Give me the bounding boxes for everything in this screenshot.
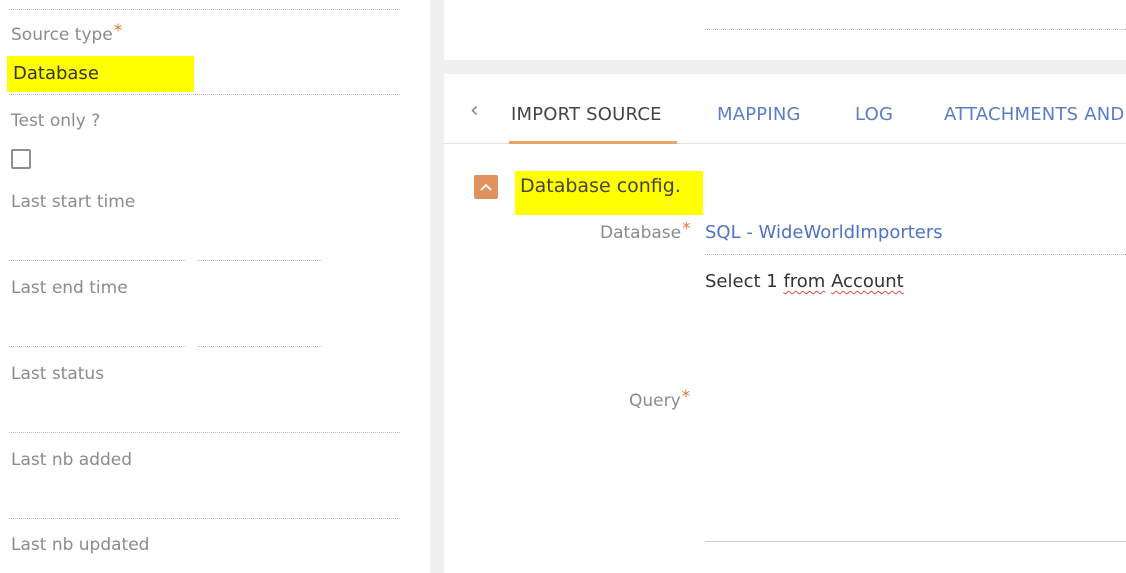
database-label-text: Database <box>600 223 682 243</box>
tab-log[interactable]: LOG <box>855 104 893 125</box>
query-text-misspelled: from <box>783 271 826 292</box>
last-start-time-label: Last start time <box>11 192 136 212</box>
section-collapse-button[interactable] <box>474 175 498 199</box>
main-card <box>444 74 1126 573</box>
query-text-misspelled: Account <box>831 271 904 292</box>
database-field-underline <box>705 254 1126 255</box>
last-end-hour-field[interactable] <box>197 346 322 347</box>
query-text-part: Select 1 <box>705 271 784 292</box>
section-title: Database config. <box>515 171 703 215</box>
test-only-checkbox[interactable] <box>11 149 31 169</box>
top-card-field[interactable] <box>705 29 1126 30</box>
last-nb-updated-label: Last nb updated <box>11 535 150 555</box>
database-lookup-link[interactable]: SQL - WideWorldImporters <box>705 222 943 243</box>
query-label: Query* <box>629 387 690 411</box>
source-type-label: Source type* <box>11 21 122 45</box>
panel-gutter <box>430 0 444 573</box>
last-status-field[interactable] <box>9 432 400 433</box>
last-end-time-label: Last end time <box>11 278 128 298</box>
required-mark: * <box>682 219 691 239</box>
chevron-up-icon <box>480 183 492 191</box>
last-end-date-field[interactable] <box>9 346 186 347</box>
tab-import-source[interactable]: IMPORT SOURCE <box>511 104 662 125</box>
tabs-back-icon[interactable]: ‹ <box>470 100 479 122</box>
query-label-text: Query <box>629 391 681 411</box>
database-label: Database* <box>600 219 691 243</box>
tab-mapping[interactable]: MAPPING <box>717 104 801 125</box>
top-card <box>444 0 1126 60</box>
required-mark: * <box>681 387 691 407</box>
query-field-underline <box>705 541 1126 542</box>
tab-bar: ‹ IMPORT SOURCE MAPPING LOG ATTACHMENTS … <box>444 74 1126 144</box>
last-status-label: Last status <box>11 364 105 384</box>
source-type-value[interactable]: Database <box>7 56 194 92</box>
active-tab-indicator <box>509 141 677 144</box>
required-mark: * <box>113 21 123 41</box>
test-only-label: Test only ? <box>11 111 101 131</box>
last-start-date-field[interactable] <box>9 260 186 261</box>
divider <box>9 9 400 10</box>
last-nb-added-field[interactable] <box>9 518 400 519</box>
tab-attachments[interactable]: ATTACHMENTS AND <box>944 104 1124 125</box>
source-type-underline <box>9 94 400 95</box>
last-start-hour-field[interactable] <box>197 260 322 261</box>
last-nb-added-label: Last nb added <box>11 450 133 470</box>
left-panel: Source type* Database Test only ? Last s… <box>0 0 430 573</box>
source-type-label-text: Source type <box>11 25 113 45</box>
query-textarea[interactable]: Select 1 from Account <box>705 271 904 292</box>
